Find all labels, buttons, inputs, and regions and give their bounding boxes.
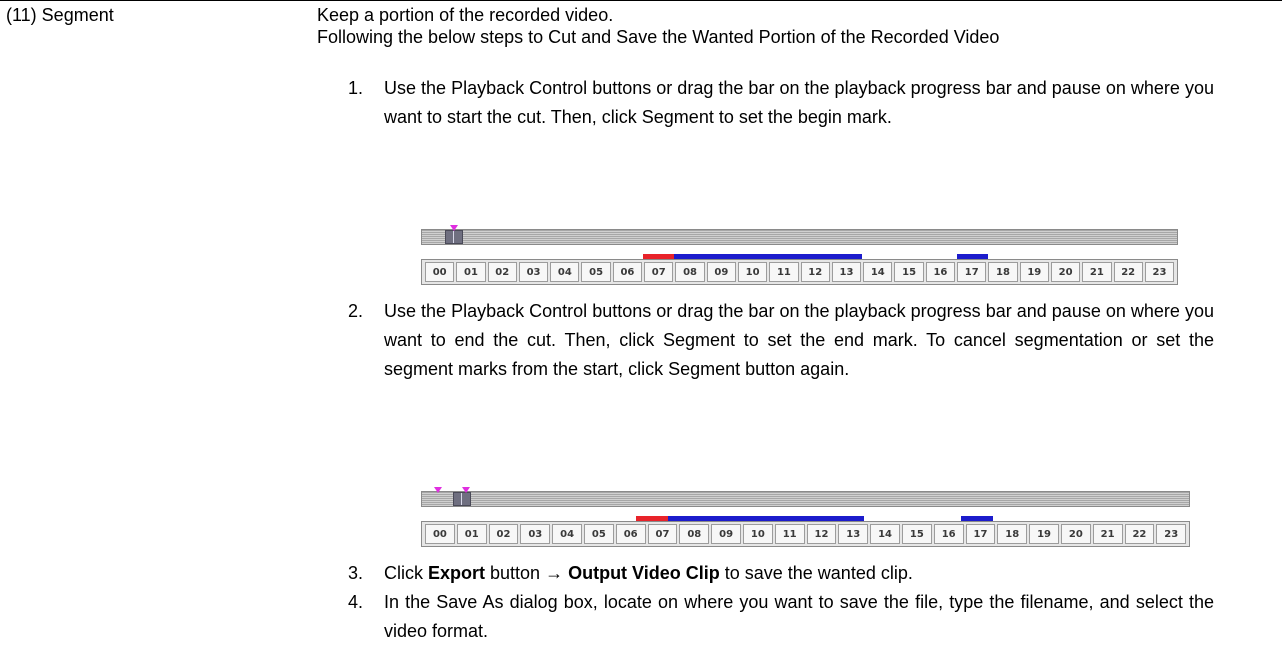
hour-scale: 00 01 02 03 04 05 06 07 08 09 10 11 12 13 14 15 16 17 18 19…: [421, 521, 1190, 547]
hour-cell-00[interactable]: 00: [425, 262, 455, 282]
intro-line-2: Following the below steps to Cut and Sav…: [317, 27, 1000, 47]
output-video-clip-ref: Output Video Clip: [568, 563, 720, 583]
recording-segment-blue: [957, 254, 988, 259]
hour-cell-16[interactable]: 16: [933, 524, 964, 544]
hour-cell-14[interactable]: 14: [870, 524, 900, 544]
hour-cell-05[interactable]: 05: [581, 262, 611, 282]
step-4: 4. In the Save As dialog box, locate on …: [348, 588, 1214, 646]
hour-cell-02[interactable]: 02: [487, 262, 517, 282]
intro-line-1: Keep a portion of the recorded video.: [317, 5, 614, 25]
hour-cell-09[interactable]: 09: [711, 524, 741, 544]
section-label: (11) Segment: [6, 5, 114, 25]
hour-cell-09[interactable]: 09: [706, 262, 736, 282]
hour-cell-08[interactable]: 08: [675, 262, 705, 282]
hour-cell-17[interactable]: 17: [965, 524, 996, 544]
step-text-part: button →: [485, 563, 569, 583]
recording-segment-blue: [668, 516, 864, 521]
hour-cell-12[interactable]: 12: [806, 524, 837, 544]
step-number: 2.: [348, 301, 364, 321]
playback-progress-bar[interactable]: [421, 491, 1190, 507]
hour-cell-13[interactable]: 13: [838, 524, 869, 544]
hour-cell-10[interactable]: 10: [737, 262, 768, 282]
export-button-ref: Export: [428, 563, 486, 583]
playback-slider-handle[interactable]: [453, 492, 471, 506]
hour-cell-04[interactable]: 04: [552, 524, 582, 544]
hour-cell-07[interactable]: 07: [647, 524, 678, 544]
hour-cell-18[interactable]: 18: [997, 524, 1028, 544]
step-text-part: Click: [384, 563, 428, 583]
hour-cell-22[interactable]: 22: [1113, 262, 1143, 282]
hour-cell-20[interactable]: 20: [1060, 524, 1091, 544]
hour-cell-03[interactable]: 03: [518, 262, 549, 282]
step-3: 3. Click Export button → Output Video Cl…: [348, 559, 1214, 588]
hour-cell-21[interactable]: 21: [1082, 262, 1112, 282]
top-rule: [0, 0, 1282, 1]
step-text: Use the Playback Control buttons or drag…: [384, 301, 1214, 379]
step-1: 1. Use the Playback Control buttons or d…: [348, 74, 1214, 132]
hour-cell-04[interactable]: 04: [550, 262, 580, 282]
hour-cell-22[interactable]: 22: [1124, 524, 1155, 544]
end-mark-icon: [462, 487, 470, 493]
hour-cell-01[interactable]: 01: [456, 524, 487, 544]
hour-cell-11[interactable]: 11: [769, 262, 799, 282]
begin-mark-icon: [450, 225, 458, 231]
hour-scale: 00 01 02 03 04 05 06 07 08 09 10 11 12 13 14 15 16 17 18 19…: [421, 259, 1178, 285]
hour-cell-19[interactable]: 19: [1019, 262, 1049, 282]
hour-cell-08[interactable]: 08: [679, 524, 710, 544]
hour-cell-14[interactable]: 14: [863, 262, 893, 282]
hour-cell-02[interactable]: 02: [488, 524, 519, 544]
recording-segment-blue: [961, 516, 993, 521]
hour-cell-23[interactable]: 23: [1144, 262, 1175, 282]
step-number: 1.: [348, 78, 364, 98]
step-text: Use the Playback Control buttons or drag…: [384, 78, 1214, 127]
hour-cell-11[interactable]: 11: [774, 524, 805, 544]
hour-cell-01[interactable]: 01: [456, 262, 486, 282]
hour-cell-17[interactable]: 17: [957, 262, 987, 282]
recording-segment-blue: [674, 254, 862, 259]
playback-timeline-end[interactable]: 00 01 02 03 04 05 06 07 08 09 10 11 12 13 14 15 16 17 18 19…: [421, 487, 1190, 547]
hour-cell-20[interactable]: 20: [1050, 262, 1081, 282]
hour-cell-03[interactable]: 03: [520, 524, 551, 544]
step-number: 4.: [348, 592, 364, 612]
step-text: In the Save As dialog box, locate on whe…: [384, 592, 1214, 641]
playback-timeline-begin[interactable]: 00 01 02 03 04 05 06 07 08 09 10 11 12 13 14 15 16 17 18 19…: [421, 225, 1178, 285]
hour-cell-06[interactable]: 06: [612, 262, 643, 282]
hour-cell-18[interactable]: 18: [988, 262, 1018, 282]
playback-slider-handle[interactable]: [445, 230, 463, 244]
hour-cell-00[interactable]: 00: [425, 524, 455, 544]
hour-cell-19[interactable]: 19: [1029, 524, 1059, 544]
hour-cell-07[interactable]: 07: [644, 262, 674, 282]
hour-cell-05[interactable]: 05: [583, 524, 614, 544]
recording-segment-red: [643, 254, 674, 259]
step-number: 3.: [348, 563, 364, 583]
step-2: 2. Use the Playback Control buttons or d…: [348, 297, 1214, 384]
playback-progress-bar[interactable]: [421, 229, 1178, 245]
hour-cell-13[interactable]: 13: [831, 262, 862, 282]
hour-cell-16[interactable]: 16: [925, 262, 956, 282]
hour-cell-12[interactable]: 12: [800, 262, 830, 282]
step-text-part: to save the wanted clip.: [719, 563, 913, 583]
step-text: Click Export button → Output Video Clip …: [384, 559, 1214, 588]
intro-text: Keep a portion of the recorded video. Fo…: [317, 4, 1247, 48]
hour-cell-23[interactable]: 23: [1156, 524, 1187, 544]
hour-cell-15[interactable]: 15: [901, 524, 932, 544]
recording-segment-red: [636, 516, 668, 521]
hour-cell-21[interactable]: 21: [1092, 524, 1123, 544]
begin-mark-icon: [434, 487, 442, 493]
hour-cell-06[interactable]: 06: [615, 524, 646, 544]
hour-cell-10[interactable]: 10: [742, 524, 773, 544]
hour-cell-15[interactable]: 15: [894, 262, 924, 282]
